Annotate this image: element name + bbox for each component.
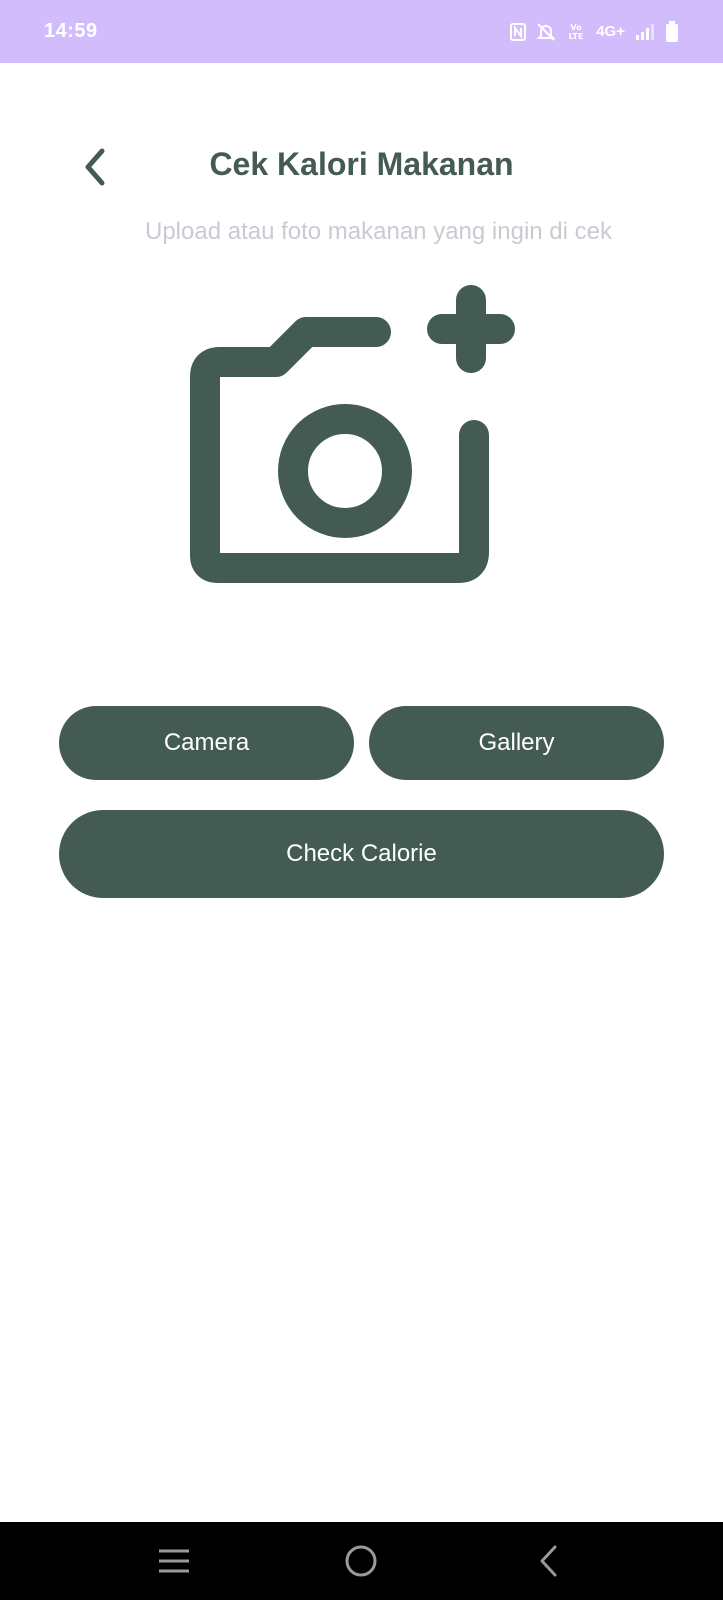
back-icon (540, 1545, 557, 1577)
nfc-icon (510, 22, 527, 41)
add-photo-camera-icon (190, 285, 535, 595)
home-icon (345, 1545, 377, 1577)
home-button[interactable] (331, 1531, 391, 1591)
svg-text:LTE: LTE (569, 32, 584, 41)
navigation-bar (0, 1522, 723, 1600)
svg-text:Vo: Vo (571, 23, 583, 32)
camera-button[interactable]: Camera (59, 706, 354, 780)
gallery-button[interactable]: Gallery (369, 706, 664, 780)
nav-back-button[interactable] (519, 1531, 579, 1591)
check-calorie-button[interactable]: Check Calorie (59, 810, 664, 898)
signal-icon (635, 23, 655, 41)
status-bar: 14:59 Vo LTE 4G+ (0, 0, 723, 63)
recents-icon (158, 1549, 189, 1573)
recents-button[interactable] (144, 1531, 204, 1591)
network-type: 4G+ (596, 23, 625, 40)
status-time: 14:59 (44, 20, 98, 42)
page-subtitle: Upload atau foto makanan yang ingin di c… (145, 218, 612, 245)
page-title: Cek Kalori Makanan (209, 146, 514, 182)
battery-icon (665, 20, 679, 43)
mute-icon (536, 22, 556, 42)
screen: 14:59 Vo LTE 4G+ Cek Kalori Makanan Uplo… (0, 0, 723, 1600)
status-icons: Vo LTE 4G+ (510, 20, 679, 43)
volte-icon: Vo LTE (566, 22, 586, 42)
